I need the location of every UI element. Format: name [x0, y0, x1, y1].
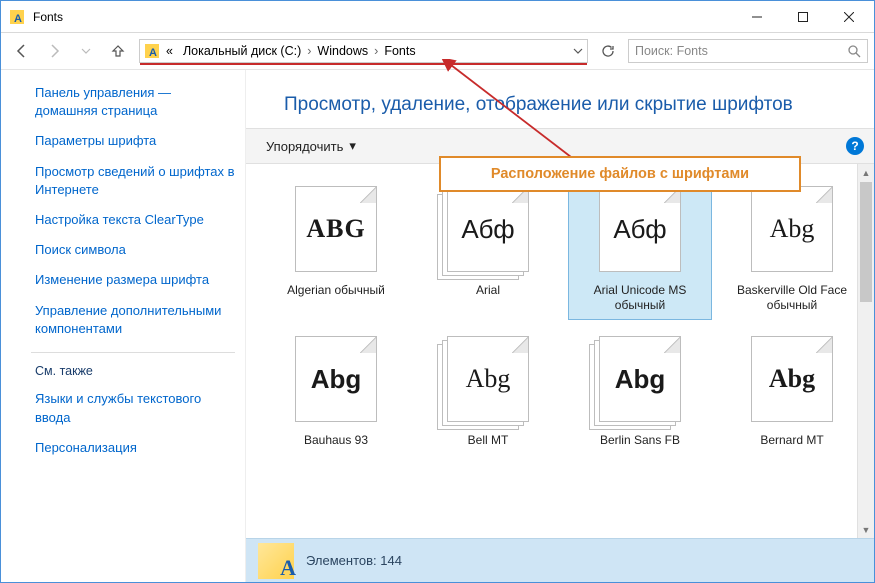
scrollbar[interactable]: ▲ ▼	[857, 164, 874, 538]
up-button[interactable]	[103, 37, 133, 65]
font-label: Arial Unicode MS обычный	[573, 283, 707, 313]
sidebar: Панель управления — домашняя страница Па…	[1, 70, 245, 582]
chevron-right-icon: ›	[374, 44, 378, 58]
font-item[interactable]: Abg Baskerville Old Face обычный	[720, 174, 864, 320]
font-item[interactable]: Abg Bell MT	[416, 324, 560, 470]
close-button[interactable]	[826, 2, 872, 32]
scroll-down-arrow[interactable]: ▼	[858, 521, 874, 538]
font-item[interactable]: Abg Bauhaus 93	[264, 324, 408, 470]
font-thumbnail: Abg	[590, 331, 690, 427]
main-panel: Просмотр, удаление, отображение или скры…	[245, 70, 874, 582]
font-item[interactable]: Abg Berlin Sans FB	[568, 324, 712, 470]
sidebar-item-home[interactable]: Панель управления — домашняя страница	[35, 84, 235, 120]
back-button[interactable]	[7, 37, 37, 65]
sidebar-item-cleartype[interactable]: Настройка текста ClearType	[35, 211, 235, 229]
font-item[interactable]: Абф Arial Unicode MS обычный	[568, 174, 712, 320]
title-bar: A Fonts	[1, 1, 874, 33]
search-icon	[847, 44, 861, 58]
breadcrumb-item[interactable]: Локальный диск (C:)	[179, 44, 305, 58]
sidebar-item-font-size[interactable]: Изменение размера шрифта	[35, 271, 235, 289]
font-thumbnail: Abg	[286, 331, 386, 427]
font-label: Algerian обычный	[287, 283, 385, 313]
sidebar-item-optional-features[interactable]: Управление дополнительными компонентами	[35, 302, 235, 338]
breadcrumb-prefix: «	[162, 44, 177, 58]
breadcrumb-item[interactable]: Fonts	[380, 44, 419, 58]
sidebar-item-text-services[interactable]: Языки и службы текстового ввода	[35, 390, 235, 426]
chevron-right-icon: ›	[307, 44, 311, 58]
navigation-bar: A « Локальный диск (C:) › Windows › Font…	[1, 33, 874, 70]
minimize-button[interactable]	[734, 2, 780, 32]
sidebar-item-font-info-online[interactable]: Просмотр сведений о шрифтах в Интернете	[35, 163, 235, 199]
sidebar-item-personalization[interactable]: Персонализация	[35, 439, 235, 457]
font-grid: ABG Algerian обычный Абф Arial Абф Arial Unic…	[264, 174, 864, 470]
search-input[interactable]: Поиск: Fonts	[628, 39, 868, 63]
font-item[interactable]: ABG Algerian обычный	[264, 174, 408, 320]
sidebar-item-font-settings[interactable]: Параметры шрифта	[35, 132, 235, 150]
font-thumbnail: Abg	[742, 181, 842, 277]
chevron-down-icon: ▾	[349, 138, 356, 154]
font-item[interactable]: Abg Bernard MT	[720, 324, 864, 470]
help-button[interactable]: ?	[846, 137, 864, 155]
window-title: Fonts	[33, 10, 63, 24]
sidebar-item-find-char[interactable]: Поиск символа	[35, 241, 235, 259]
organize-label: Упорядочить	[266, 139, 343, 154]
address-bar[interactable]: A « Локальный диск (C:) › Windows › Font…	[139, 39, 588, 63]
forward-button[interactable]	[39, 37, 69, 65]
font-label: Baskerville Old Face обычный	[725, 283, 859, 313]
see-also-label: См. также	[35, 363, 235, 381]
chevron-down-icon[interactable]	[573, 46, 583, 56]
breadcrumb-item[interactable]: Windows	[313, 44, 372, 58]
font-label: Bell MT	[468, 433, 509, 463]
font-thumbnail: Абф	[438, 181, 538, 277]
fonts-app-icon: A	[9, 9, 25, 25]
page-title: Просмотр, удаление, отображение или скры…	[246, 70, 874, 128]
font-label: Bernard MT	[760, 433, 823, 463]
svg-text:A: A	[14, 13, 22, 25]
annotation-text: Расположение файлов с шрифтами	[491, 166, 749, 182]
scrollbar-thumb[interactable]	[860, 182, 872, 302]
annotation-callout: Расположение файлов с шрифтами	[439, 156, 801, 192]
font-thumbnail: Abg	[438, 331, 538, 427]
scroll-up-arrow[interactable]: ▲	[858, 164, 874, 181]
recent-dropdown[interactable]	[71, 37, 101, 65]
item-count: Элементов: 144	[306, 553, 402, 568]
refresh-button[interactable]	[594, 39, 622, 63]
organize-button[interactable]: Упорядочить ▾	[266, 138, 356, 154]
fonts-app-icon	[258, 543, 294, 579]
font-thumbnail: Абф	[590, 181, 690, 277]
font-label: Arial	[476, 283, 500, 313]
fonts-folder-icon: A	[144, 43, 160, 59]
maximize-button[interactable]	[780, 2, 826, 32]
search-placeholder: Поиск: Fonts	[635, 44, 708, 58]
font-thumbnail: Abg	[742, 331, 842, 427]
font-label: Berlin Sans FB	[600, 433, 680, 463]
svg-text:A: A	[149, 47, 157, 59]
status-bar: Элементов: 144	[246, 538, 874, 582]
font-label: Bauhaus 93	[304, 433, 368, 463]
font-item[interactable]: Абф Arial	[416, 174, 560, 320]
font-thumbnail: ABG	[286, 181, 386, 277]
divider	[31, 352, 235, 353]
